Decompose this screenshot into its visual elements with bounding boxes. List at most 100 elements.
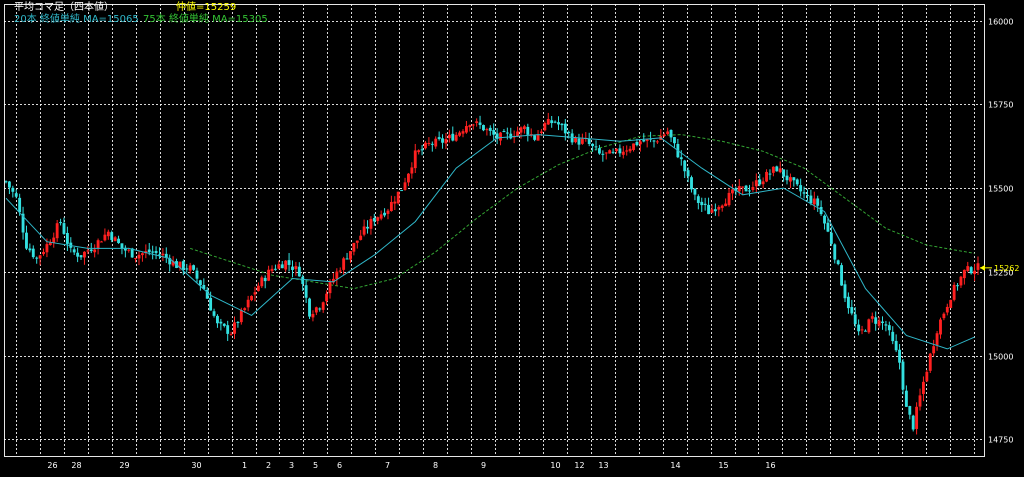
x-tick-label: 2 xyxy=(266,461,271,470)
x-tick-label: 14 xyxy=(670,461,680,470)
candle-body xyxy=(25,232,28,249)
marker-arrow-head xyxy=(980,264,985,271)
candle-body xyxy=(754,180,758,187)
candle-body xyxy=(7,181,11,188)
candle-body xyxy=(318,308,322,310)
candle-body xyxy=(464,126,468,133)
y-tick-label: 16000 xyxy=(988,18,1013,27)
candle-body xyxy=(383,212,387,216)
candle-body xyxy=(802,192,806,194)
candle-body xyxy=(93,249,97,253)
candle-body xyxy=(700,201,704,206)
candles xyxy=(4,112,980,435)
candle-body xyxy=(352,242,356,252)
candle-body xyxy=(424,142,427,149)
candle-body xyxy=(110,232,114,240)
candle-body xyxy=(758,179,762,185)
axes: 14750150001525015500157501600026 28 29 30 1 2… xyxy=(4,4,1013,470)
candle-body xyxy=(915,406,919,429)
x-tick-label: 26 xyxy=(47,461,57,470)
candle-body xyxy=(853,314,857,325)
candle-body xyxy=(618,148,622,154)
candle-body xyxy=(925,371,929,382)
candle-body xyxy=(918,395,922,407)
candle-body xyxy=(127,249,131,251)
candle-body xyxy=(161,253,165,256)
candle-body xyxy=(775,166,779,172)
candle-body xyxy=(952,284,956,300)
candle-body xyxy=(410,167,414,174)
candle-body xyxy=(83,251,86,258)
candle-body xyxy=(642,139,646,142)
candle-body xyxy=(192,265,196,270)
candle-body xyxy=(492,130,496,135)
candle-body xyxy=(563,123,567,134)
candle-body xyxy=(976,263,980,270)
candle-body xyxy=(505,132,509,134)
candle-body xyxy=(829,232,833,244)
chart-title: 平均コマ足（四本値） xyxy=(14,2,114,13)
candle-body xyxy=(959,276,963,286)
candle-body xyxy=(932,346,936,354)
candle-body xyxy=(707,204,711,215)
candle-body xyxy=(437,137,441,140)
candle-body xyxy=(949,299,953,308)
candle-body xyxy=(427,142,431,144)
candle-body xyxy=(434,138,438,147)
candle-body xyxy=(956,285,959,287)
candle-body xyxy=(765,171,768,182)
ma20-path xyxy=(5,134,975,350)
ma20-line xyxy=(5,134,975,350)
candle-body xyxy=(38,255,42,259)
candle-body xyxy=(270,268,274,271)
candle-body xyxy=(884,324,888,326)
y-tick-label: 15000 xyxy=(988,353,1013,362)
candle-body xyxy=(134,258,138,260)
candle-body xyxy=(256,285,260,292)
candle-body xyxy=(280,264,284,269)
candle-body xyxy=(519,127,523,133)
candle-body xyxy=(731,189,734,194)
candle-body xyxy=(120,243,124,249)
candle-body xyxy=(212,311,216,316)
candle-body xyxy=(864,330,867,332)
candle-body xyxy=(710,209,714,213)
candle-body xyxy=(233,322,236,334)
candle-body xyxy=(413,150,417,169)
candle-body xyxy=(400,190,404,192)
candle-body xyxy=(655,141,659,143)
candle-body xyxy=(973,270,977,275)
candle-body xyxy=(744,185,748,192)
candle-body xyxy=(35,257,39,259)
x-tick-label: 3 xyxy=(289,461,294,470)
candle-body xyxy=(366,226,369,229)
candle-body xyxy=(52,237,56,243)
candle-body xyxy=(301,276,305,285)
candle-body xyxy=(792,177,796,181)
candle-body xyxy=(294,266,298,270)
candle-body xyxy=(887,325,891,331)
candle-body xyxy=(870,316,874,319)
candle-body xyxy=(140,253,144,256)
candle-body xyxy=(106,231,110,237)
x-tick-label: 13 xyxy=(598,461,608,470)
ma20-legend: 20本 終値単純 MA=15065 xyxy=(14,14,139,25)
candle-body xyxy=(209,297,213,311)
candle-body xyxy=(788,177,792,182)
candle-body xyxy=(308,298,311,317)
candle-body xyxy=(587,138,591,144)
y-tick-label: 14750 xyxy=(988,436,1013,445)
candle-body xyxy=(195,270,199,279)
candle-body xyxy=(468,125,472,128)
candle-body xyxy=(621,151,625,155)
candle-body xyxy=(304,285,308,298)
candle-body xyxy=(342,258,346,270)
candle-body xyxy=(335,271,339,280)
candle-body xyxy=(151,251,155,253)
candle-body xyxy=(499,132,502,141)
candle-body xyxy=(471,124,475,126)
candle-body xyxy=(72,249,76,253)
x-tick-label: 5 xyxy=(313,461,318,470)
candle-body xyxy=(850,307,854,314)
candle-body xyxy=(236,322,240,324)
